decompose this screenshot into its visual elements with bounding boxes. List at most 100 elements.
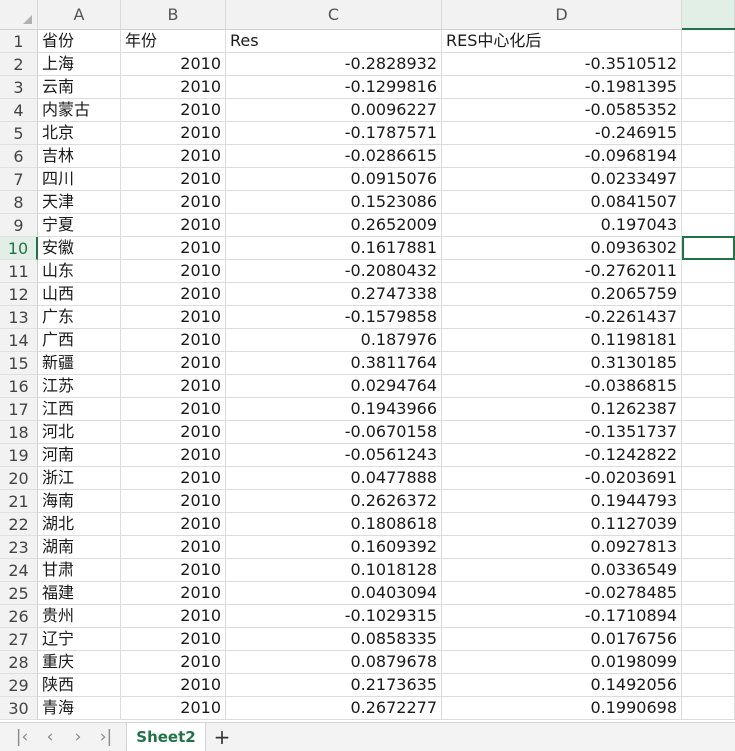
cell-province[interactable]: 吉林 bbox=[38, 145, 121, 168]
cell-res-centered[interactable]: 0.0927813 bbox=[442, 536, 682, 559]
row-header[interactable]: 10 bbox=[0, 237, 38, 260]
row-header[interactable]: 7 bbox=[0, 168, 38, 191]
next-sheet-icon[interactable]: › bbox=[66, 723, 90, 751]
cell-year[interactable]: 2010 bbox=[121, 191, 226, 214]
row-header[interactable]: 28 bbox=[0, 651, 38, 674]
cell-empty[interactable] bbox=[682, 536, 735, 559]
cell-res[interactable]: 0.0096227 bbox=[226, 99, 442, 122]
column-header-e[interactable] bbox=[682, 0, 735, 30]
cell-res-centered[interactable]: 0.1127039 bbox=[442, 513, 682, 536]
cell-res-centered[interactable]: -0.3510512 bbox=[442, 53, 682, 76]
cell-province[interactable]: 上海 bbox=[38, 53, 121, 76]
cell-province[interactable]: 内蒙古 bbox=[38, 99, 121, 122]
cell-province[interactable]: 山西 bbox=[38, 283, 121, 306]
cell-province[interactable]: 天津 bbox=[38, 191, 121, 214]
cell-empty[interactable] bbox=[682, 352, 735, 375]
cell-res[interactable]: 0.0915076 bbox=[226, 168, 442, 191]
cell-year[interactable]: 2010 bbox=[121, 145, 226, 168]
prev-sheet-icon[interactable]: ‹ bbox=[38, 723, 62, 751]
cell-res-centered[interactable]: 0.1944793 bbox=[442, 490, 682, 513]
cell-res-centered[interactable]: -0.0585352 bbox=[442, 99, 682, 122]
cell-year[interactable]: 2010 bbox=[121, 122, 226, 145]
cell-res-centered[interactable]: 0.1262387 bbox=[442, 398, 682, 421]
cell-year[interactable]: 2010 bbox=[121, 53, 226, 76]
cell-province[interactable]: 四川 bbox=[38, 168, 121, 191]
cell-empty[interactable] bbox=[682, 398, 735, 421]
cell-empty[interactable] bbox=[682, 191, 735, 214]
cell-year[interactable]: 2010 bbox=[121, 490, 226, 513]
cell-empty[interactable] bbox=[682, 651, 735, 674]
cell-res[interactable]: 0.1609392 bbox=[226, 536, 442, 559]
cell-province[interactable]: 江西 bbox=[38, 398, 121, 421]
cell-res[interactable]: 0.0858335 bbox=[226, 628, 442, 651]
cell-province[interactable]: 河北 bbox=[38, 421, 121, 444]
cell-res[interactable]: -0.0286615 bbox=[226, 145, 442, 168]
cell-res[interactable]: 0.2173635 bbox=[226, 674, 442, 697]
cell-res[interactable]: 0.1617881 bbox=[226, 237, 442, 260]
cell-res-centered[interactable]: -0.246915 bbox=[442, 122, 682, 145]
cell-province[interactable]: 江苏 bbox=[38, 375, 121, 398]
cell-year[interactable]: 2010 bbox=[121, 444, 226, 467]
cell-province[interactable]: 宁夏 bbox=[38, 214, 121, 237]
active-cell-e10[interactable] bbox=[682, 236, 735, 260]
cell-res[interactable]: 0.3811764 bbox=[226, 352, 442, 375]
cell-year[interactable]: 2010 bbox=[121, 260, 226, 283]
cell-empty[interactable] bbox=[682, 674, 735, 697]
cell-res[interactable]: 0.0403094 bbox=[226, 582, 442, 605]
cell-empty[interactable] bbox=[682, 283, 735, 306]
row-header[interactable]: 21 bbox=[0, 490, 38, 513]
cell-header-res-centered[interactable]: RES中心化后 bbox=[442, 30, 682, 53]
cell-province[interactable]: 河南 bbox=[38, 444, 121, 467]
cell-empty[interactable] bbox=[682, 145, 735, 168]
cell-year[interactable]: 2010 bbox=[121, 329, 226, 352]
cell-empty[interactable] bbox=[682, 260, 735, 283]
cell-year[interactable]: 2010 bbox=[121, 99, 226, 122]
cell-res-centered[interactable]: -0.0203691 bbox=[442, 467, 682, 490]
row-header[interactable]: 24 bbox=[0, 559, 38, 582]
row-header[interactable]: 12 bbox=[0, 283, 38, 306]
row-header[interactable]: 26 bbox=[0, 605, 38, 628]
cell-year[interactable]: 2010 bbox=[121, 76, 226, 99]
cell-year[interactable]: 2010 bbox=[121, 513, 226, 536]
cell-province[interactable]: 重庆 bbox=[38, 651, 121, 674]
cell-res-centered[interactable]: -0.1242822 bbox=[442, 444, 682, 467]
cell-res[interactable]: 0.2747338 bbox=[226, 283, 442, 306]
cell-empty[interactable] bbox=[682, 214, 735, 237]
cell-province[interactable]: 辽宁 bbox=[38, 628, 121, 651]
cell-res-centered[interactable]: -0.1710894 bbox=[442, 605, 682, 628]
cell-res[interactable]: -0.1787571 bbox=[226, 122, 442, 145]
row-header[interactable]: 11 bbox=[0, 260, 38, 283]
cell-header-province[interactable]: 省份 bbox=[38, 30, 121, 53]
cell-province[interactable]: 甘肃 bbox=[38, 559, 121, 582]
cell-empty[interactable] bbox=[682, 122, 735, 145]
cell-res-centered[interactable]: 0.0336549 bbox=[442, 559, 682, 582]
spreadsheet-grid[interactable]: A B C D 1 省份 年份 Res RES中心化后 2 上海 2010 -0.28… bbox=[0, 0, 735, 722]
row-header[interactable]: 13 bbox=[0, 306, 38, 329]
cell-res-centered[interactable]: 0.1990698 bbox=[442, 697, 682, 720]
cell-empty[interactable] bbox=[682, 306, 735, 329]
cell-res-centered[interactable]: -0.0278485 bbox=[442, 582, 682, 605]
first-sheet-icon[interactable]: |‹ bbox=[10, 723, 34, 751]
cell-province[interactable]: 新疆 bbox=[38, 352, 121, 375]
cell-empty[interactable] bbox=[682, 559, 735, 582]
cell-province[interactable]: 湖南 bbox=[38, 536, 121, 559]
cell-res[interactable]: 0.1943966 bbox=[226, 398, 442, 421]
row-header[interactable]: 16 bbox=[0, 375, 38, 398]
cell-res[interactable]: 0.0879678 bbox=[226, 651, 442, 674]
cell-province[interactable]: 海南 bbox=[38, 490, 121, 513]
cell-year[interactable]: 2010 bbox=[121, 674, 226, 697]
cell-res-centered[interactable]: 0.1492056 bbox=[442, 674, 682, 697]
row-header[interactable]: 18 bbox=[0, 421, 38, 444]
row-header[interactable]: 23 bbox=[0, 536, 38, 559]
cell-res-centered[interactable]: 0.0936302 bbox=[442, 237, 682, 260]
cell-empty[interactable] bbox=[682, 490, 735, 513]
sheet-tab-sheet2[interactable]: Sheet2 bbox=[126, 723, 206, 751]
cell-year[interactable]: 2010 bbox=[121, 237, 226, 260]
cell-province[interactable]: 浙江 bbox=[38, 467, 121, 490]
cell-res-centered[interactable]: -0.2261437 bbox=[442, 306, 682, 329]
cell-res[interactable]: 0.2652009 bbox=[226, 214, 442, 237]
add-sheet-icon[interactable]: + bbox=[210, 723, 234, 751]
cell-res[interactable]: 0.1523086 bbox=[226, 191, 442, 214]
cell-res-centered[interactable]: 0.0176756 bbox=[442, 628, 682, 651]
cell-res-centered[interactable]: -0.0386815 bbox=[442, 375, 682, 398]
